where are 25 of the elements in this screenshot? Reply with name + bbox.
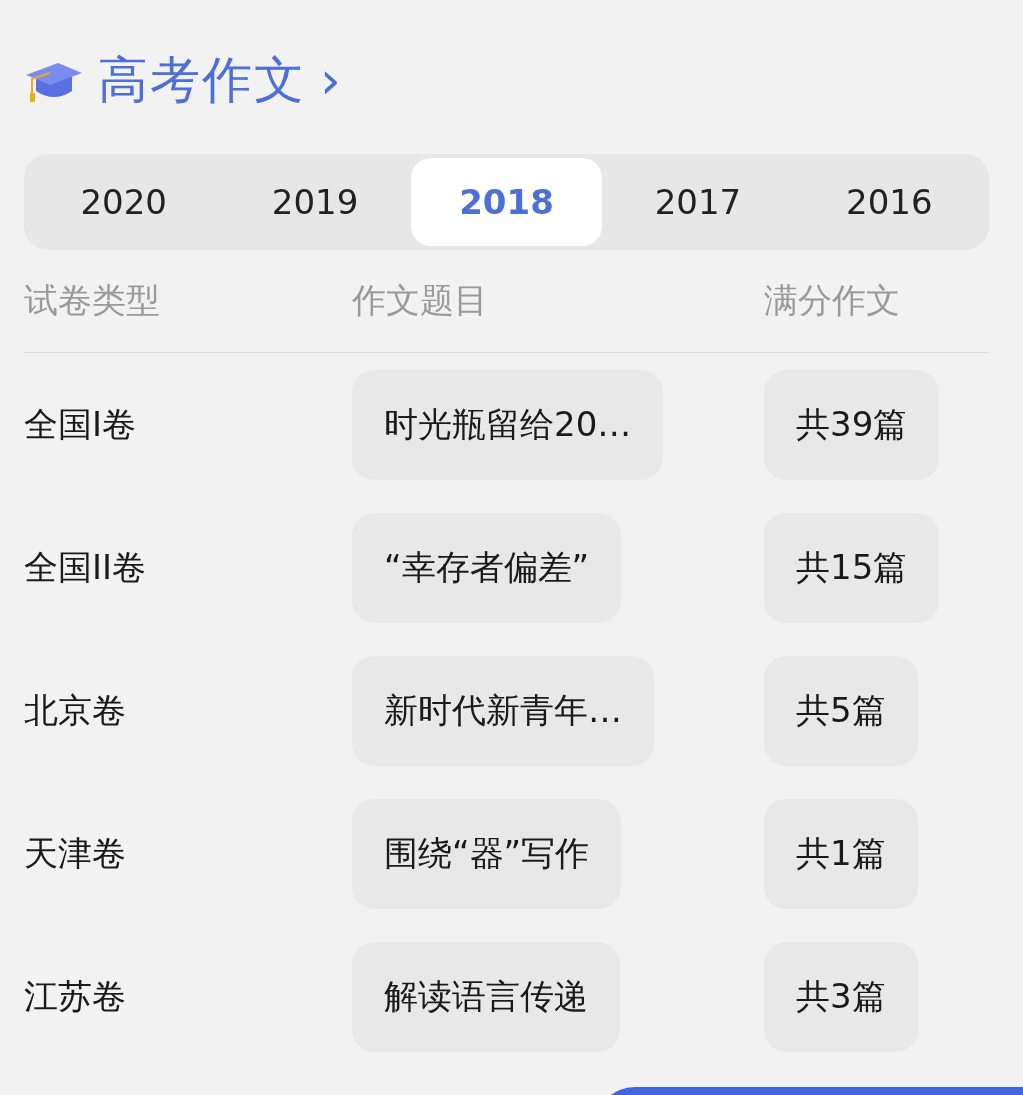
essay-topic-button[interactable]: 围绕“器”写作	[352, 798, 622, 909]
paper-type: 全国I卷	[24, 403, 137, 444]
paper-type: 北京卷	[24, 689, 126, 730]
essay-count-button[interactable]: 共5篇	[764, 655, 918, 766]
essay-topic-button[interactable]: 解读语言传递	[352, 941, 620, 1052]
year-tab[interactable]: 2020	[28, 158, 220, 246]
essay-count-button[interactable]: 共1篇	[764, 798, 918, 909]
section-title[interactable]: 高考作文	[98, 46, 306, 114]
year-tab[interactable]: 2017	[602, 158, 794, 246]
column-header: 试卷类型	[24, 280, 160, 320]
column-header: 作文题目	[352, 280, 488, 320]
paper-type: 江苏卷	[24, 975, 126, 1016]
year-tab[interactable]: 2016	[793, 158, 986, 246]
chevron-icon[interactable]: ›	[320, 54, 341, 106]
essay-topic-button[interactable]: “幸存者偏差”	[352, 512, 622, 623]
essay-topic-button[interactable]: 新时代新青年…	[352, 655, 654, 766]
column-header: 满分作文	[764, 280, 900, 320]
essay-count-button[interactable]: 共39篇	[764, 369, 940, 480]
essay-topic-button[interactable]: 时光瓶留给20…	[352, 369, 664, 480]
paper-type: 天津卷	[24, 832, 126, 873]
year-tab[interactable]: 2018	[410, 158, 603, 246]
essay-count-button[interactable]: 共15篇	[764, 512, 940, 623]
year-tab[interactable]: 2019	[219, 158, 411, 246]
essay-count-button[interactable]: 共3篇	[764, 941, 918, 1052]
paper-type: 全国II卷	[24, 546, 147, 587]
